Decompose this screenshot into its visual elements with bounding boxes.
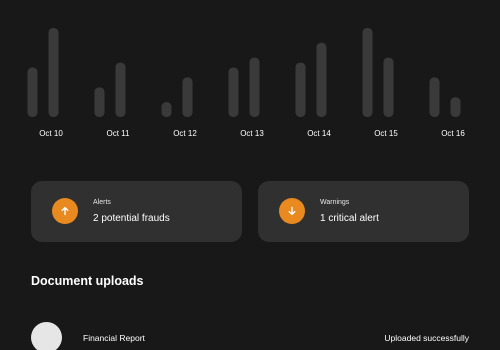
bar-oct-16-s2[interactable] <box>450 97 461 117</box>
bar-oct-11-s2[interactable] <box>115 62 126 117</box>
x-tick-label: Oct 11 <box>107 129 131 138</box>
warnings-value: 1 critical alert <box>320 213 379 224</box>
x-tick-label: Oct 10 <box>39 129 63 138</box>
x-tick-label: Oct 16 <box>441 129 465 138</box>
document-avatar <box>31 322 62 350</box>
bar-oct-10-s1[interactable] <box>27 67 38 117</box>
bar-oct-10-s2[interactable] <box>48 27 59 117</box>
chart-bars <box>27 27 461 117</box>
activity-bar-chart: Oct 10 Oct 11 Oct 12 Oct 13 Oct 14 Oct 15 Oct … <box>27 27 465 138</box>
arrow-down-icon <box>279 198 305 224</box>
alerts-card[interactable]: Alerts 2 potential frauds <box>31 181 242 242</box>
x-tick-label: Oct 12 <box>173 129 197 138</box>
bar-oct-11-s1[interactable] <box>94 87 105 117</box>
bar-oct-12-s1[interactable] <box>161 102 172 117</box>
x-tick-label: Oct 14 <box>307 129 331 138</box>
bar-oct-13-s2[interactable] <box>249 57 260 117</box>
bar-oct-12-s2[interactable] <box>182 77 193 117</box>
bar-oct-13-s1[interactable] <box>228 67 239 117</box>
chart-x-ticks: Oct 10 Oct 11 Oct 12 Oct 13 Oct 14 Oct 15 Oct … <box>39 129 465 138</box>
x-tick-label: Oct 13 <box>240 129 264 138</box>
x-tick-label: Oct 15 <box>374 129 398 138</box>
arrow-up-icon <box>52 198 78 224</box>
bar-oct-14-s1[interactable] <box>295 62 306 117</box>
bar-oct-14-s2[interactable] <box>316 42 327 117</box>
alerts-value: 2 potential frauds <box>93 213 170 224</box>
upload-status: Uploaded successfully <box>384 333 469 343</box>
warnings-card[interactable]: Warnings 1 critical alert <box>258 181 469 242</box>
upload-list-item[interactable]: Financial Report Uploaded successfully <box>31 320 469 350</box>
app-root: Oct 10 Oct 11 Oct 12 Oct 13 Oct 14 Oct 15 Oct … <box>0 0 500 350</box>
alerts-title: Alerts <box>93 199 111 206</box>
bar-oct-15-s1[interactable] <box>362 27 373 117</box>
document-uploads-heading: Document uploads <box>31 274 144 288</box>
bar-oct-16-s1[interactable] <box>429 77 440 117</box>
bar-oct-15-s2[interactable] <box>383 57 394 117</box>
warnings-title: Warnings <box>320 199 350 206</box>
document-name: Financial Report <box>83 333 145 343</box>
